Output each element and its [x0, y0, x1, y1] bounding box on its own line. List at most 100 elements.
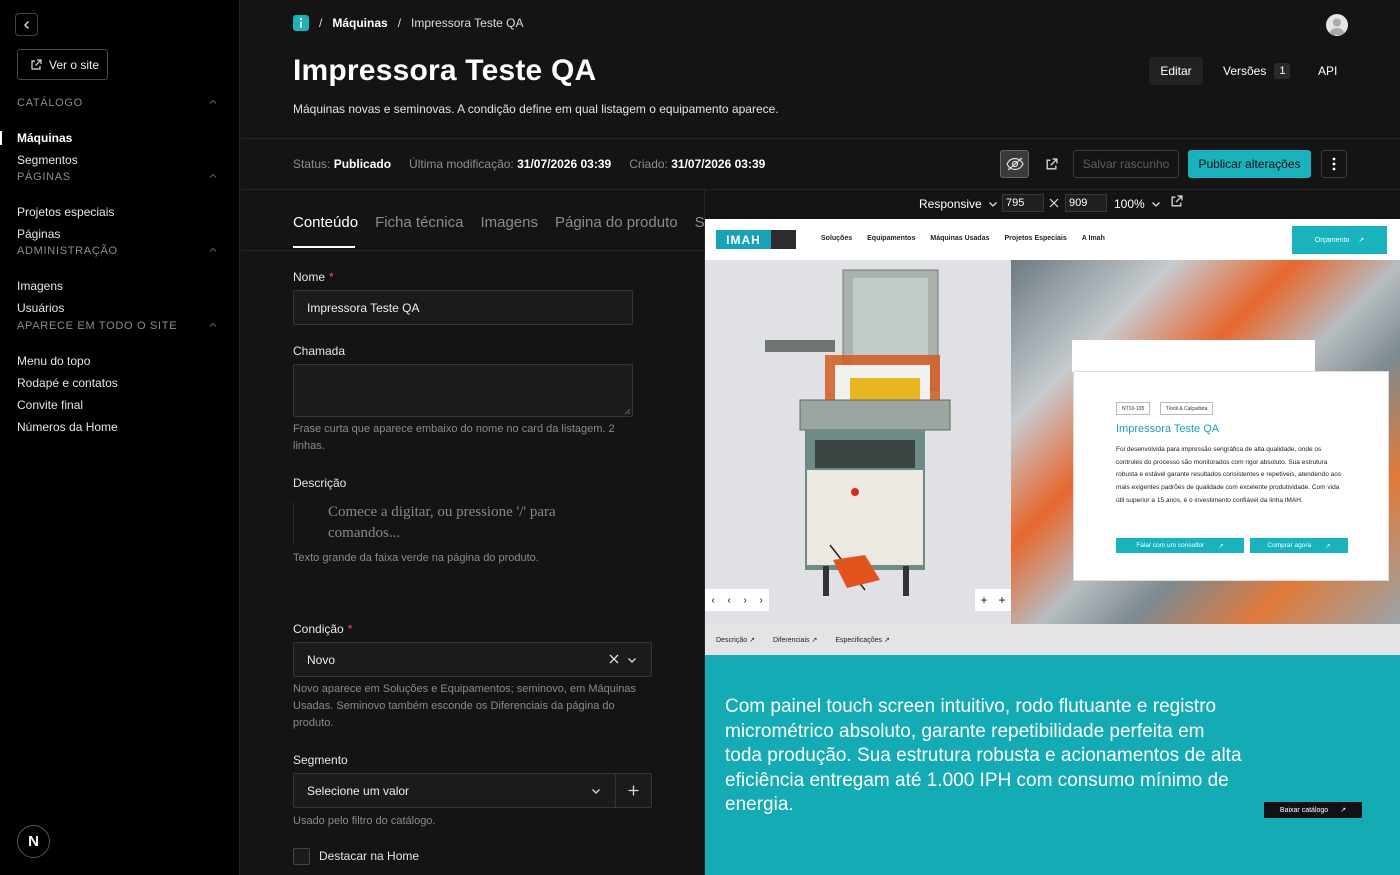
tab-conteudo[interactable]: Conteúdo: [293, 214, 358, 248]
plus-icon: [628, 785, 639, 796]
cms-app: Ver o site CATÁLOGO Máquinas Segmentos P…: [0, 0, 1400, 875]
sidebar-item-projetos-especiais[interactable]: Projetos especiais: [0, 201, 240, 223]
tagline-textarea[interactable]: [293, 364, 633, 417]
preview-consultant-button[interactable]: Falar com um consultor ↗: [1116, 538, 1244, 553]
preview-menu-item[interactable]: Soluções: [821, 235, 852, 242]
preview-menu-item[interactable]: A Imah: [1082, 235, 1105, 242]
preview-logo[interactable]: IMAH: [716, 230, 796, 249]
save-draft-button[interactable]: Salvar rascunho: [1073, 150, 1179, 178]
preview-download-button[interactable]: Baixar catálogo ↗: [1264, 802, 1362, 818]
collapse-sidebar-button[interactable]: [15, 13, 38, 36]
preview-quote-button[interactable]: Orçamento ↗: [1292, 226, 1387, 254]
tab-pagina-produto[interactable]: Página do produto: [555, 214, 678, 248]
preview-buy-button[interactable]: Comprar agora ↗: [1250, 538, 1348, 553]
preview-tab-label: Diferenciais: [772, 636, 810, 644]
tab-ficha-tecnica[interactable]: Ficha técnica: [375, 214, 463, 248]
status-value: Publicado: [333, 157, 392, 171]
sidebar-item-menu-do-topo[interactable]: Menu do topo: [0, 350, 240, 372]
segment-field-label: Segmento: [293, 753, 348, 767]
add-segment-button[interactable]: [615, 774, 651, 807]
preview-menu-item[interactable]: Máquinas Usadas: [930, 235, 989, 242]
preview-tab-diferenciais[interactable]: Diferenciais ↗: [773, 636, 817, 644]
chevron-right-icon[interactable]: ›: [743, 595, 746, 606]
tagline-field-label: Chamada: [293, 344, 346, 358]
sidebar-item-maquinas[interactable]: Máquinas: [0, 127, 240, 149]
chevron-down-icon: [1151, 202, 1160, 207]
preview-download-label: Baixar catálogo: [1279, 806, 1329, 814]
more-vertical-icon: [1332, 157, 1336, 171]
eye-off-icon: [1005, 157, 1024, 171]
segment-help: Usado pelo filtro do catálogo.: [293, 815, 436, 827]
sidebar-item-numeros-home[interactable]: Números da Home: [0, 416, 240, 438]
resize-handle-icon[interactable]: [624, 408, 631, 415]
plus-icon[interactable]: +: [980, 593, 987, 607]
viewport-height-input[interactable]: 909: [1065, 194, 1107, 212]
chevron-left-icon[interactable]: ‹: [727, 595, 730, 606]
sidebar-item-convite-final[interactable]: Convite final: [0, 394, 240, 416]
preview-menu-item[interactable]: Equipamentos: [867, 235, 915, 242]
edit-form: Conteúdo Ficha técnica Imagens Página do…: [241, 190, 704, 875]
viewport-mode-select[interactable]: Responsive: [919, 197, 998, 211]
preview-tab-descricao[interactable]: Descrição ↗: [716, 636, 755, 644]
preview-card-backdrop: [1072, 340, 1315, 372]
preview-menu-item[interactable]: Projetos Especiais: [1005, 235, 1067, 242]
gallery-nav: ‹ ‹ › ›: [705, 589, 769, 611]
app-logo[interactable]: N: [17, 825, 50, 858]
chevron-left-icon[interactable]: ‹: [711, 595, 714, 606]
chevron-up-icon: [209, 99, 217, 104]
created-label: Criado:: [629, 157, 668, 171]
zoom-select[interactable]: 100%: [1114, 197, 1161, 211]
nav-group-title[interactable]: ADMINISTRAÇÃO: [0, 241, 240, 261]
plus-icon[interactable]: +: [998, 593, 1005, 607]
arrow-up-right-icon: ↗: [1358, 237, 1365, 244]
preview-tab-especificacoes[interactable]: Especificações ↗: [835, 636, 890, 644]
modified-value: 31/07/2026 03:39: [517, 157, 612, 171]
edit-tab-button[interactable]: Editar: [1149, 57, 1203, 85]
sidebar-item-imagens[interactable]: Imagens: [0, 275, 240, 297]
publish-button[interactable]: Publicar alterações: [1188, 150, 1311, 178]
description-editor[interactable]: Comece a digitar, ou pressione '/' para …: [293, 502, 623, 544]
condition-label-text: Condição: [293, 622, 344, 636]
breadcrumb-maquinas[interactable]: Máquinas: [332, 16, 387, 30]
segment-value: Selecione um valor: [307, 783, 410, 798]
versions-label: Versões: [1223, 64, 1267, 78]
external-link-icon[interactable]: [1170, 195, 1183, 208]
condition-value: Novo: [307, 652, 336, 667]
view-site-button[interactable]: Ver o site: [17, 49, 108, 80]
collection-icon[interactable]: [293, 15, 309, 31]
api-tab-button[interactable]: API: [1318, 57, 1337, 85]
tagline-help: Frase curta que aparece embaixo do nome …: [293, 423, 615, 452]
preview-site-header: IMAH Soluções Equipamentos Máquinas Usad…: [705, 219, 1400, 260]
nav-group-title[interactable]: PÁGINAS: [0, 167, 240, 187]
open-preview-button[interactable]: [1038, 150, 1065, 178]
segment-select[interactable]: Selecione um valor: [293, 773, 652, 808]
condition-select[interactable]: Novo: [293, 642, 652, 677]
avatar[interactable]: [1326, 14, 1348, 36]
preview-big-text: Com painel touch screen intuitivo, rodo …: [725, 696, 1242, 815]
versions-count-badge: 1: [1274, 63, 1291, 79]
group-title-text: APARECE EM TODO O SITE: [17, 320, 178, 332]
chevron-right-icon[interactable]: ›: [759, 595, 762, 606]
group-title-text: ADMINISTRAÇÃO: [17, 245, 118, 257]
nav-group-title[interactable]: APARECE EM TODO O SITE: [0, 316, 240, 336]
breadcrumb-current: Impressora Teste QA: [411, 16, 524, 30]
name-input[interactable]: Impressora Teste QA: [293, 290, 633, 325]
more-options-button[interactable]: [1321, 150, 1347, 178]
viewport-width-input[interactable]: 795: [1002, 194, 1044, 212]
preview-card-title: Impressora Teste QA: [1116, 423, 1220, 435]
tab-seo[interactable]: SE: [695, 214, 704, 248]
close-icon: [1049, 198, 1059, 208]
clear-icon[interactable]: [609, 654, 619, 664]
preview-hero: NT10-105 Têxtil & Calçadista Impressora …: [705, 260, 1400, 671]
preview-menu: Soluções Equipamentos Máquinas Usadas Pr…: [821, 235, 1105, 242]
view-site-label: Ver o site: [49, 57, 100, 72]
versions-tab-button[interactable]: Versões 1: [1223, 57, 1291, 85]
tab-imagens[interactable]: Imagens: [480, 214, 538, 248]
chevron-down-icon: [628, 658, 636, 663]
featured-checkbox[interactable]: [293, 848, 310, 865]
preview-logo-bar: [771, 230, 796, 249]
sidebar-item-rodape[interactable]: Rodapé e contatos: [0, 372, 240, 394]
nav-group-title[interactable]: CATÁLOGO: [0, 93, 240, 113]
preview-tab-label: Especificações: [835, 636, 883, 644]
toggle-preview-button[interactable]: [1000, 150, 1029, 178]
